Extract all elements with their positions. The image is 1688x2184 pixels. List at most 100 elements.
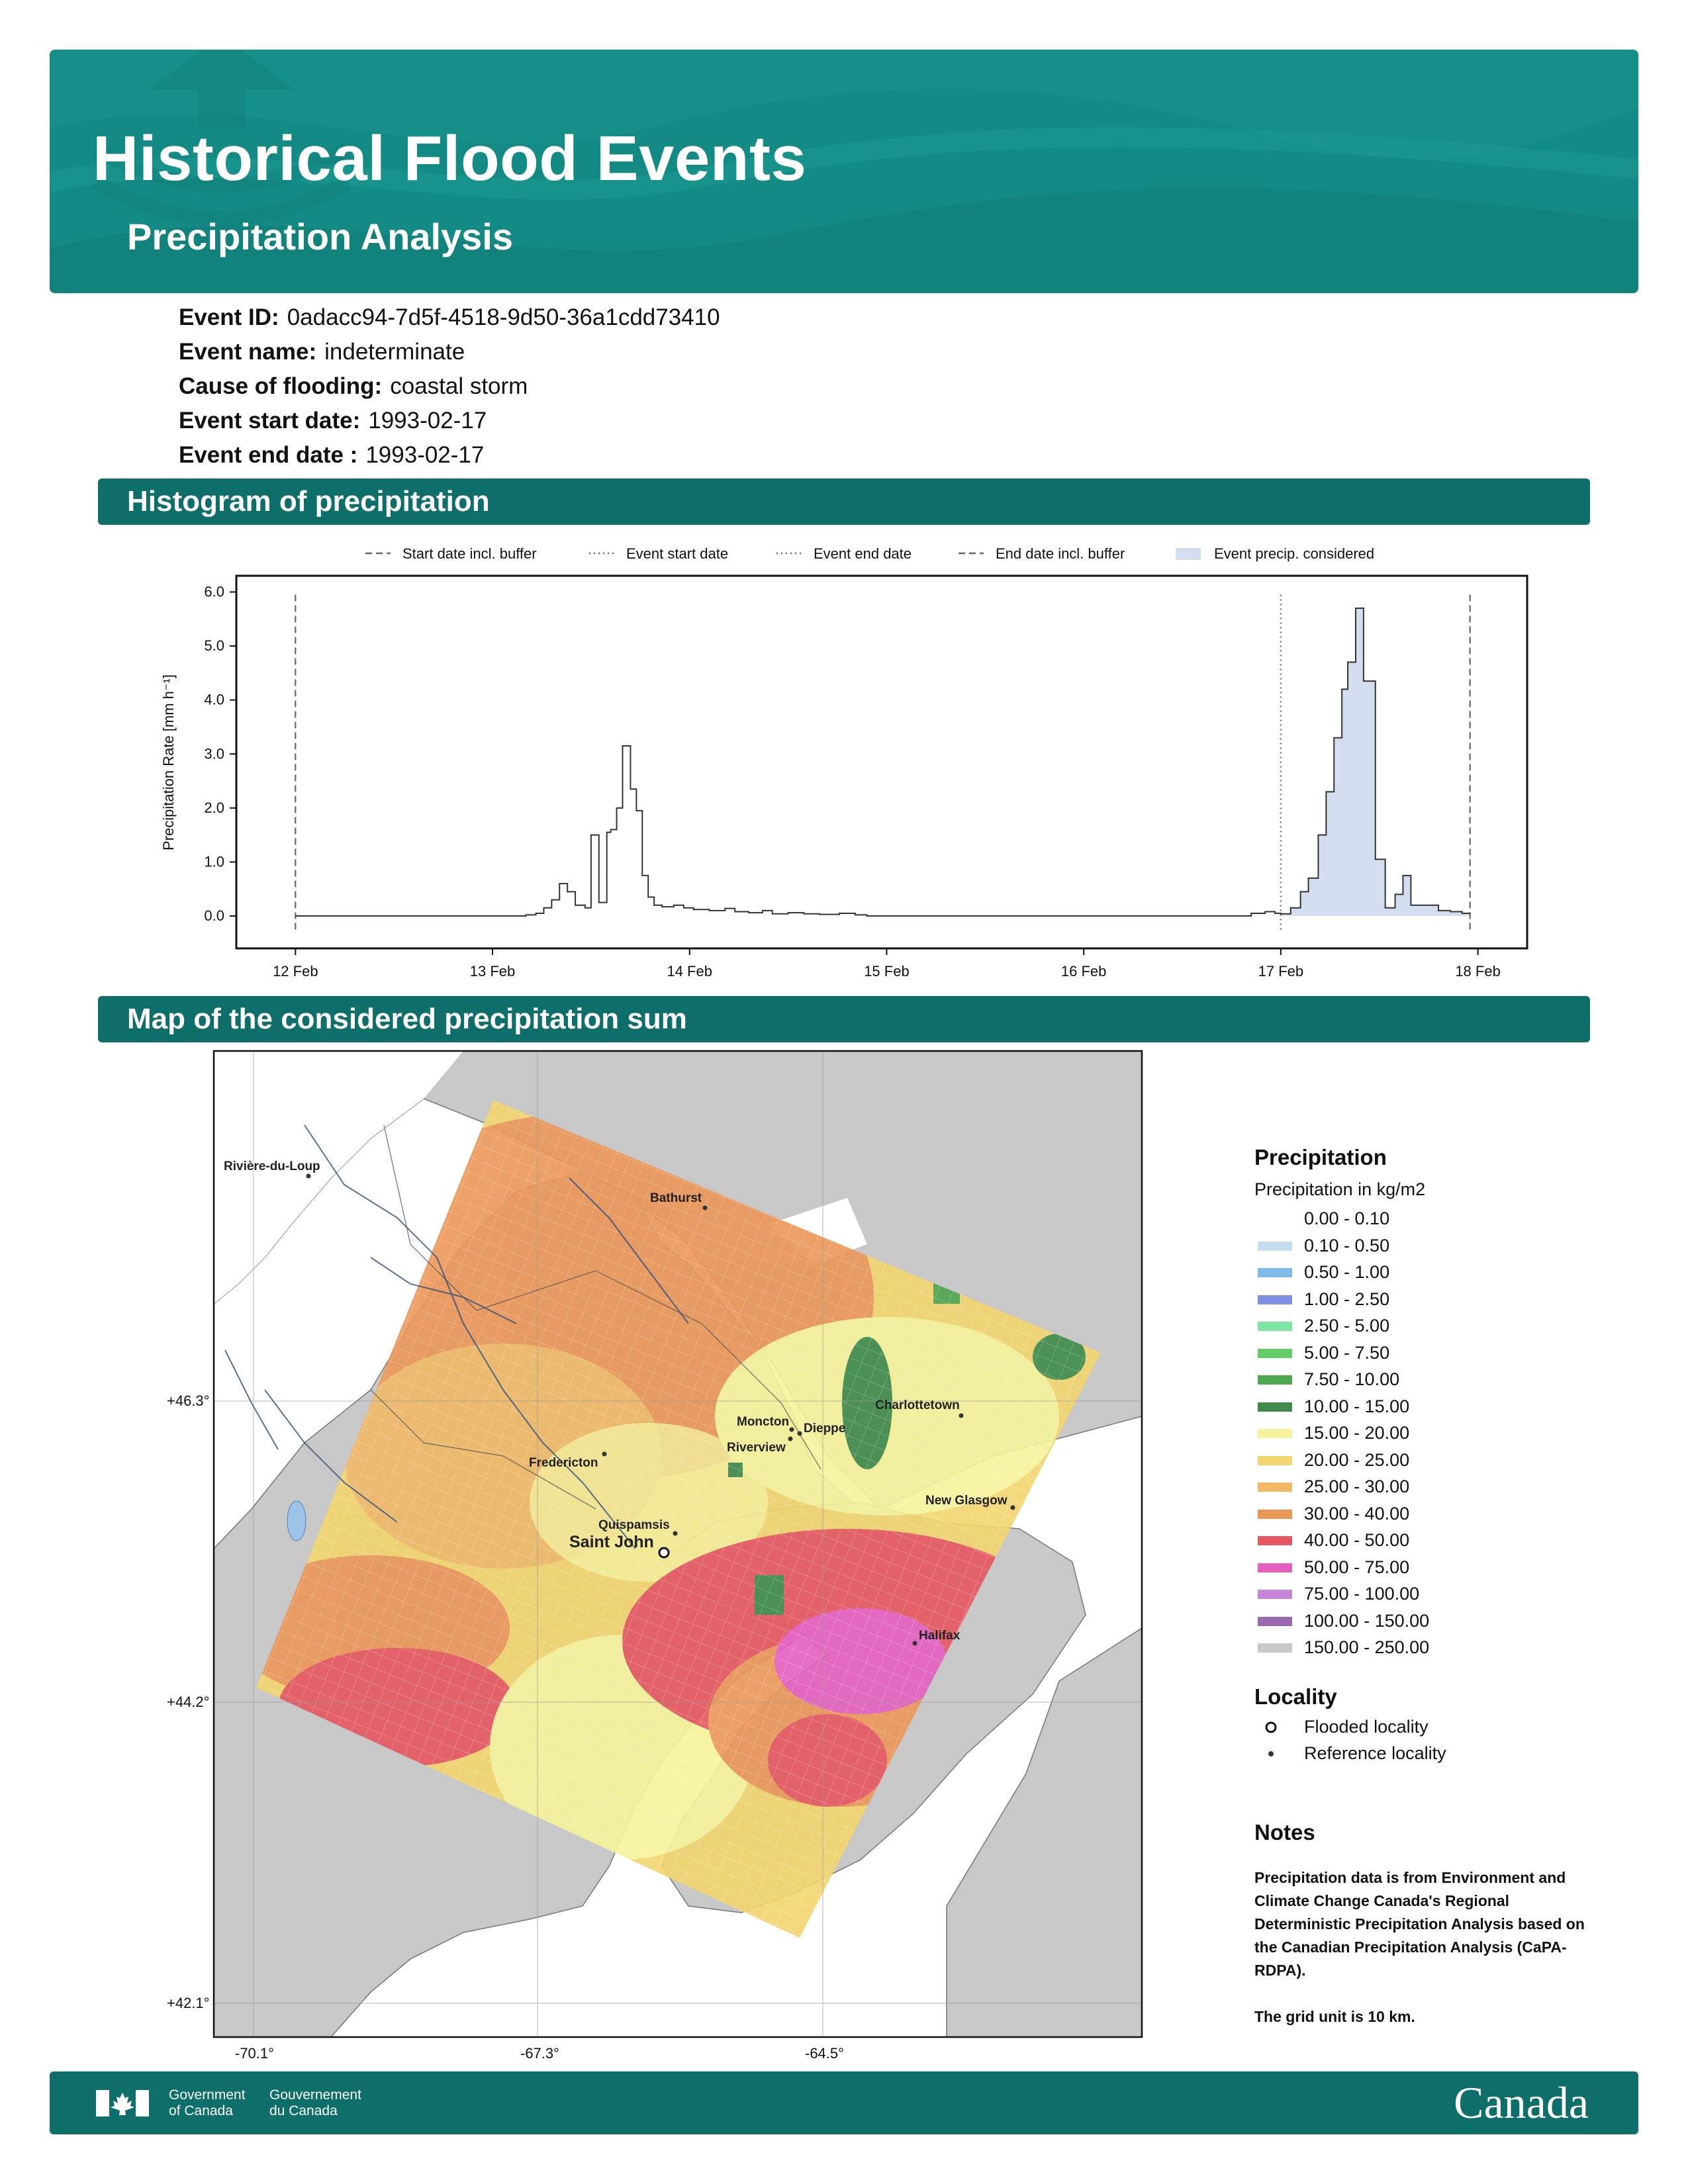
notes-title: Notes: [1254, 1820, 1315, 1844]
legend-swatch-event-precip: [1176, 548, 1201, 560]
fredericton-label: Fredericton: [529, 1456, 598, 1470]
legend-bin-swatch-5: [1258, 1348, 1292, 1358]
canada-wordmark: Canada: [1454, 2077, 1589, 2128]
charlottetown-label: Charlottetown: [875, 1398, 960, 1412]
legend-bin-label-14: 75.00 - 100.00: [1304, 1584, 1420, 1604]
map-section-header: Map of the considered precipitation sum: [98, 996, 1590, 1042]
lat-label-2: +44.2°: [167, 1694, 209, 1710]
gov-fr-line-2: du Canada: [269, 2103, 338, 2118]
new-glasgow-label: New Glasgow: [925, 1494, 1008, 1508]
reference-locality-icon: [1268, 1751, 1274, 1756]
dieppe-label: Dieppe: [804, 1422, 845, 1435]
legend-bin-swatch-16: [1258, 1643, 1292, 1653]
locality-legend-markers: [1265, 1721, 1277, 1756]
gov-en-line-1: Government: [169, 2087, 246, 2103]
legend-bin-label-13: 50.00 - 75.00: [1304, 1557, 1410, 1577]
legend-bin-label-12: 40.00 - 50.00: [1304, 1530, 1410, 1550]
saint-john-flooded-marker: [658, 1547, 670, 1559]
legend-bin-swatch-11: [1258, 1509, 1292, 1519]
saint-john-label: Saint John: [569, 1533, 654, 1551]
event-id-label: Event ID:: [179, 304, 279, 330]
riviere-du-loup-label: Rivière-du-Loup: [224, 1160, 320, 1173]
page-footer: Government of Canada Gouvernement du Can…: [50, 2071, 1638, 2134]
legend-bin-label-1: 0.10 - 0.50: [1304, 1235, 1390, 1255]
lon-label-3: -64.5°: [805, 2045, 844, 2062]
precipitation-legend-subtitle: Precipitation in kg/m2: [1254, 1179, 1426, 1199]
x-tick-label-6: 18 Feb: [1455, 963, 1501, 979]
event-start-value: 1993-02-17: [368, 408, 487, 433]
gov-en-line-2: of Canada: [169, 2103, 233, 2118]
flooded-locality-label: Flooded locality: [1304, 1717, 1429, 1737]
page-title: Historical Flood Events: [93, 123, 807, 194]
legend-bin-swatch-13: [1258, 1563, 1292, 1572]
legend-bin-swatch-14: [1258, 1590, 1292, 1599]
new-glasgow-marker: [1010, 1505, 1015, 1510]
y-tick-label-2: 2.0: [204, 799, 224, 816]
legend-bin-label-5: 5.00 - 7.50: [1304, 1342, 1390, 1363]
event-start-row: Event start date: 1993-02-17: [179, 408, 487, 434]
legend-bin-swatch-1: [1258, 1241, 1292, 1251]
legend-bin-label-11: 30.00 - 40.00: [1304, 1503, 1410, 1524]
fredericton-marker: [602, 1451, 607, 1457]
canada-flag-icon: [96, 2090, 149, 2116]
quispamsis-marker: [673, 1531, 678, 1536]
lon-label-1: -70.1°: [235, 2045, 274, 2062]
moncton-marker: [789, 1427, 794, 1432]
page-subtitle: Precipitation Analysis: [127, 216, 513, 257]
event-id-value: 0adacc94-7d5f-4518-9d50-36a1cdd73410: [287, 304, 720, 330]
legend-bin-swatch-2: [1258, 1268, 1292, 1277]
histogram-section-header: Histogram of precipitation: [98, 478, 1590, 525]
histogram-y-axis-label: Precipitation Rate [mm h⁻¹]: [160, 674, 177, 850]
halifax-marker: [912, 1641, 917, 1646]
y-tick-label-0: 0.0: [204, 907, 224, 924]
x-tick-label-4: 16 Feb: [1061, 963, 1107, 979]
y-tick-label-4: 4.0: [204, 692, 224, 708]
event-name-value: indeterminate: [324, 339, 465, 365]
x-tick-label-1: 13 Feb: [470, 963, 516, 979]
x-tick-label-0: 12 Feb: [273, 963, 318, 979]
legend-bin-swatch-15: [1258, 1616, 1292, 1626]
x-tick-label-5: 17 Feb: [1258, 963, 1304, 979]
legend-bin-label-3: 1.00 - 2.50: [1304, 1289, 1390, 1309]
legend-bin-label-4: 2.50 - 5.00: [1304, 1316, 1390, 1336]
histogram-legend: Start date incl. buffer Event start date…: [365, 545, 1374, 562]
legend-bin-swatch-8: [1258, 1429, 1292, 1438]
event-cause-value: coastal storm: [390, 373, 528, 399]
event-start-label: Event start date:: [179, 408, 361, 433]
legend-bin-swatch-3: [1258, 1295, 1292, 1304]
legend-bin-swatch-12: [1258, 1536, 1292, 1545]
event-end-label: Event end date :: [179, 442, 358, 468]
precipitation-map: Rivière-du-Loup Bathurst Charlottetown M…: [167, 1050, 1143, 2062]
legend-bin-label-9: 20.00 - 25.00: [1304, 1449, 1410, 1470]
event-cause-row: Cause of flooding: coastal storm: [179, 373, 528, 400]
gov-fr-text: Gouvernement du Canada: [269, 2087, 361, 2119]
x-tick-label-3: 15 Feb: [864, 963, 910, 979]
legend-start-buffer: Start date incl. buffer: [402, 545, 537, 562]
legend-event-precip: Event precip. considered: [1214, 545, 1374, 562]
legend-bin-label-2: 0.50 - 1.00: [1304, 1262, 1390, 1282]
locality-legend-title: Locality: [1254, 1684, 1337, 1709]
legend-event-start: Event start date: [626, 545, 728, 562]
x-tick-label-2: 14 Feb: [667, 963, 712, 979]
legend-bin-swatch-9: [1258, 1455, 1292, 1465]
riviere-du-loup-marker: [306, 1173, 311, 1179]
legend-bin-swatch-4: [1258, 1322, 1292, 1331]
gov-fr-line-1: Gouvernement: [269, 2087, 361, 2103]
legend-bin-label-10: 25.00 - 30.00: [1304, 1477, 1410, 1496]
legend-bin-label-16: 150.00 - 250.00: [1304, 1637, 1430, 1657]
event-end-value: 1993-02-17: [365, 442, 485, 468]
riverview-marker: [788, 1436, 793, 1441]
lat-label-1: +46.3°: [167, 1392, 209, 1409]
legend-bin-swatch-6: [1258, 1375, 1292, 1385]
legend-bin-label-7: 10.00 - 15.00: [1304, 1396, 1410, 1416]
precipitation-legend-title: Precipitation: [1254, 1145, 1387, 1169]
y-tick-label-6: 6.0: [204, 583, 224, 600]
legend-event-end: Event end date: [814, 545, 912, 562]
gov-en-text: Government of Canada: [169, 2087, 246, 2119]
notes-grid-unit: The grid unit is 10 km.: [1254, 2008, 1415, 2025]
bathurst-label: Bathurst: [650, 1191, 702, 1205]
legend-bin-swatch-0: [1258, 1214, 1292, 1224]
event-id-row: Event ID: 0adacc94-7d5f-4518-9d50-36a1cdd…: [179, 304, 720, 331]
legend-bin-label-0: 0.00 - 0.10: [1304, 1208, 1390, 1228]
legend-bin-swatch-10: [1258, 1482, 1292, 1492]
